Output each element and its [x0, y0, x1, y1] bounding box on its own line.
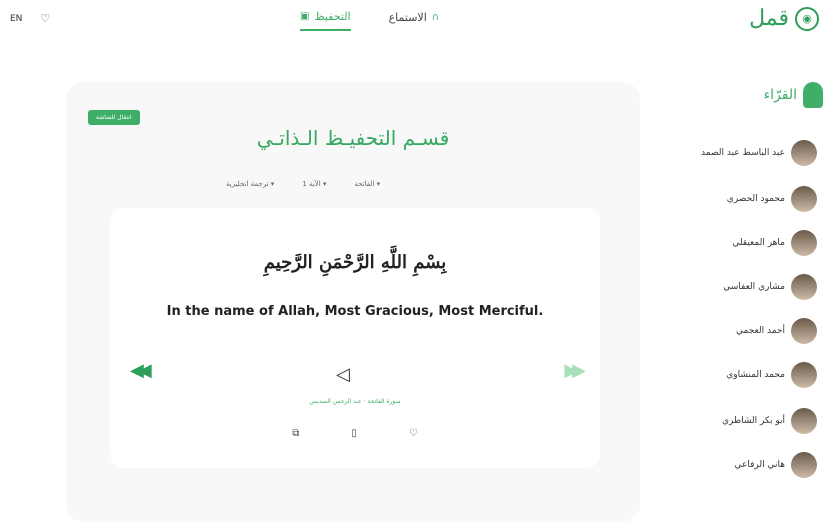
reciter-name: ماهر المعيقلي — [732, 238, 785, 248]
verse-select[interactable]: الآية 1 ▾ — [302, 180, 326, 188]
arabic-verse: بِسْمِ اللَّهِ الرَّحْمَنِ الرَّحِيمِ — [263, 252, 447, 273]
memorization-card: انتقال للشاشة قسـم التحفيـظ الـذاتـي ترج… — [66, 82, 640, 522]
reciter-avatar — [791, 318, 817, 344]
logo-text: قمل — [749, 6, 789, 31]
reciter-item[interactable]: محمد المنشاوي — [726, 362, 817, 388]
reciter-avatar — [791, 274, 817, 300]
reciter-item[interactable]: مشاري العفاسي — [723, 274, 817, 300]
tab-listening-label: الاستماع — [388, 11, 427, 24]
reciter-item[interactable]: محمود الحصري — [727, 186, 817, 212]
reciter-name: محمد المنشاوي — [726, 370, 785, 380]
tab-memorization[interactable]: ▣ التحفيظ — [300, 10, 351, 31]
app-logo[interactable]: قمل ◉ — [749, 6, 819, 31]
tab-listening[interactable]: الاستماع ∩ — [389, 11, 439, 30]
top-left-controls: EN ♡ — [10, 12, 50, 25]
reciter-avatar — [791, 186, 817, 212]
verse-card: بِسْمِ اللَّهِ الرَّحْمَنِ الرَّحِيمِ In… — [110, 208, 600, 468]
reciter-avatar — [791, 362, 817, 388]
reciter-avatar — [791, 408, 817, 434]
top-tabs: ▣ التحفيظ الاستماع ∩ — [300, 10, 439, 31]
filters: ترجمة انجليزية ▾ الآية 1 ▾ الفاتحة ▾ — [226, 180, 380, 188]
reciter-item[interactable]: هاني الرفاعي — [735, 452, 817, 478]
surah-select[interactable]: الفاتحة ▾ — [354, 180, 380, 188]
reciter-name: محمود الحصري — [726, 194, 785, 204]
reciter-name: عبد الباسط عبد الصمد — [701, 148, 785, 158]
rewind-icon[interactable]: ◀◀ — [130, 360, 152, 381]
reciters-sidebar: القرّاء عبد الباسط عبد الصمد محمود الحصر… — [662, 82, 829, 496]
reciter-item[interactable]: أبو بكر الشاطري — [722, 408, 817, 434]
favorite-icon[interactable]: ♡ — [409, 428, 418, 439]
tab-memorization-label: التحفيظ — [314, 10, 351, 23]
english-translation: In the name of Allah, Most Gracious, Mos… — [166, 304, 544, 319]
sound-icon: ◉ — [795, 6, 819, 31]
reciter-name: أبو بكر الشاطري — [721, 416, 785, 426]
reciter-avatar — [791, 452, 817, 478]
reciter-name: هاني الرفاعي — [734, 460, 785, 470]
sidebar-title-text: القرّاء — [763, 87, 797, 103]
heart-icon[interactable]: ♡ — [40, 12, 50, 25]
play-icon[interactable]: ◁ — [336, 364, 350, 385]
verse-actions: ⧉ ▯ ♡ — [110, 428, 600, 439]
focus-mode-button[interactable]: انتقال للشاشة — [88, 110, 140, 125]
copy-icon[interactable]: ⧉ — [292, 428, 299, 439]
headphones-icon: ∩ — [431, 12, 440, 23]
reciter-item[interactable]: أحمد العجمي — [736, 318, 817, 344]
surah-info: سورة الفاتحة · عبد الرحمن السديس — [309, 398, 401, 405]
reciter-item[interactable]: ماهر المعيقلي — [732, 230, 817, 256]
bookmark-icon[interactable]: ▯ — [351, 428, 357, 439]
translation-select[interactable]: ترجمة انجليزية ▾ — [226, 180, 274, 188]
language-toggle[interactable]: EN — [10, 14, 22, 24]
reciter-item[interactable]: عبد الباسط عبد الصمد — [701, 140, 817, 166]
reciter-name: أحمد العجمي — [736, 326, 785, 336]
forward-icon[interactable]: ▶▶ — [564, 360, 586, 381]
reciter-avatar — [791, 140, 817, 166]
user-icon — [803, 82, 823, 108]
reciter-avatar — [791, 230, 817, 256]
sidebar-title: القرّاء — [764, 82, 823, 108]
book-icon: ▣ — [300, 11, 310, 22]
reciter-name: مشاري العفاسي — [723, 282, 785, 292]
page-title: قسـم التحفيـظ الـذاتـي — [256, 126, 450, 150]
